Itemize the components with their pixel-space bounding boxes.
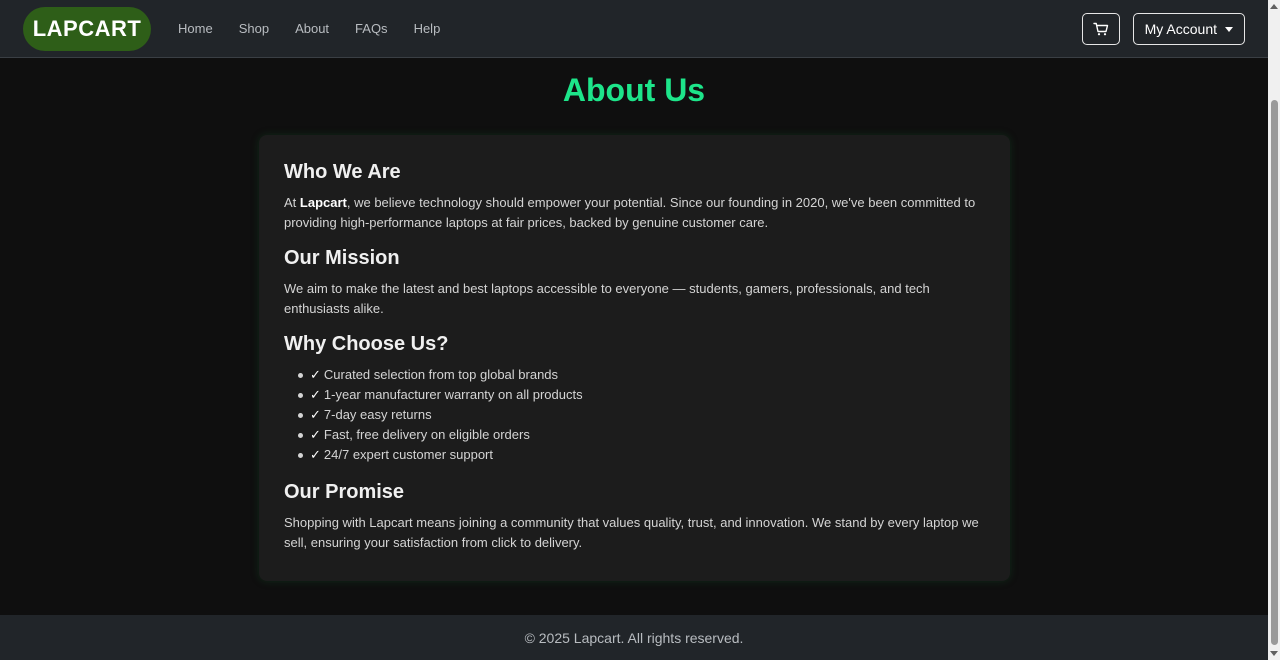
list-item: ✓ Fast, free delivery on eligible orders: [298, 425, 985, 445]
check-icon: ✓: [310, 367, 321, 382]
scrollbar-thumb[interactable]: [1271, 100, 1278, 645]
who-text-after: , we believe technology should empower y…: [284, 195, 976, 230]
who-text-before: At: [284, 195, 300, 210]
scroll-down-arrow-icon[interactable]: [1270, 651, 1278, 656]
list-item: ✓ 1-year manufacturer warranty on all pro…: [298, 385, 985, 405]
page-footer: © 2025 Lapcart. All rights reserved.: [0, 615, 1268, 660]
cart-button[interactable]: [1081, 13, 1120, 45]
list-item-text: 7-day easy returns: [323, 407, 432, 422]
nav-link-faqs[interactable]: FAQs: [342, 21, 401, 36]
who-we-are-text: At Lapcart, we believe technology should…: [284, 193, 985, 233]
vertical-scrollbar[interactable]: [1268, 0, 1280, 660]
my-account-dropdown[interactable]: My Account: [1132, 13, 1245, 45]
our-mission-heading: Our Mission: [284, 247, 400, 269]
list-item-text: Curated selection from top global brands: [323, 367, 559, 382]
list-item-text: 1-year manufacturer warranty on all prod…: [323, 387, 583, 402]
why-choose-us-heading: Why Choose Us?: [284, 333, 449, 355]
check-icon: ✓: [310, 407, 321, 422]
list-item-text: Fast, free delivery on eligible orders: [323, 427, 530, 442]
nav-link-home[interactable]: Home: [165, 21, 226, 36]
scroll-up-arrow-icon[interactable]: [1270, 4, 1278, 9]
our-mission-text: We aim to make the latest and best lapto…: [284, 281, 930, 316]
page-title: About Us: [562, 72, 706, 108]
list-item-text: 24/7 expert customer support: [323, 447, 493, 462]
list-item: ✓ Curated selection from top global brand…: [298, 365, 985, 385]
brand-logo[interactable]: LAPCART: [23, 6, 151, 51]
our-promise-text: Shopping with Lapcart means joining a co…: [284, 515, 979, 550]
our-promise-heading: Our Promise: [284, 481, 405, 503]
check-icon: ✓: [310, 387, 321, 402]
nav-link-shop[interactable]: Shop: [226, 21, 282, 36]
about-card: Who We Are At Lapcart, we believe techno…: [259, 135, 1010, 581]
check-icon: ✓: [310, 427, 321, 442]
nav-links: Home Shop About FAQs Help: [165, 21, 453, 36]
copyright-text: © 2025 Lapcart. All rights reserved.: [524, 629, 744, 646]
top-navbar: LAPCART Home Shop About FAQs Help My Acc…: [0, 0, 1268, 58]
list-item: ✓ 7-day easy returns: [298, 405, 985, 425]
check-icon: ✓: [310, 447, 321, 462]
shopping-cart-icon: [1092, 22, 1108, 36]
nav-link-help[interactable]: Help: [401, 21, 454, 36]
why-choose-us-list: ✓ Curated selection from top global brand…: [284, 365, 985, 465]
nav-link-about[interactable]: About: [282, 21, 342, 36]
nav-right-actions: My Account: [1081, 13, 1245, 45]
list-item: ✓ 24/7 expert customer support: [298, 445, 985, 465]
who-we-are-heading: Who We Are: [284, 161, 401, 183]
caret-down-icon: [1225, 27, 1233, 32]
brand-name-bold: Lapcart: [299, 195, 347, 210]
my-account-label: My Account: [1144, 21, 1217, 37]
